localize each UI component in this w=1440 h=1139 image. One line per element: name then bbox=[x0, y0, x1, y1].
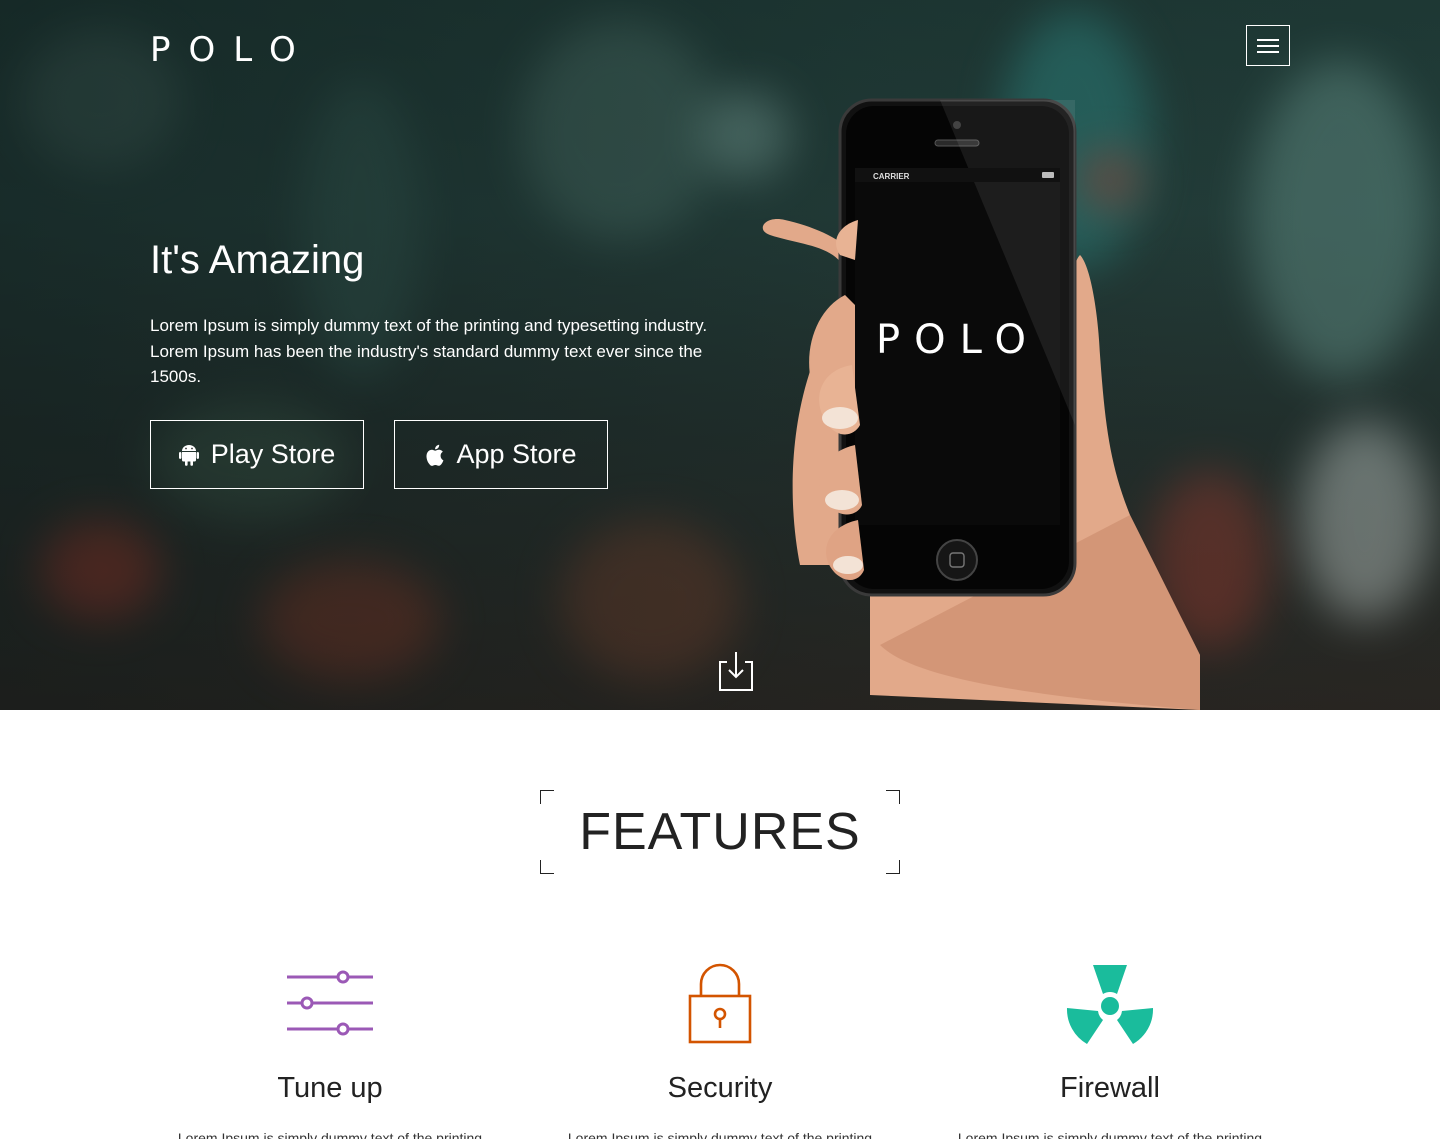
hamburger-menu-icon[interactable] bbox=[1246, 25, 1290, 66]
phone-image: CARRIER POLO bbox=[760, 95, 1200, 710]
padlock-icon bbox=[688, 963, 752, 1044]
apple-icon bbox=[426, 444, 444, 466]
feature-title: Security bbox=[667, 1072, 773, 1104]
radiation-icon bbox=[1066, 965, 1154, 1044]
app-store-button[interactable]: App Store bbox=[394, 420, 608, 489]
feature-security: Security Lorem Ipsum is simply dummy tex… bbox=[530, 960, 910, 1139]
app-store-label: App Store bbox=[456, 439, 577, 469]
feature-text: Lorem Ipsum is simply dummy text of the … bbox=[957, 1130, 1263, 1139]
hero-text: Lorem Ipsum is simply dummy text of the … bbox=[150, 316, 708, 386]
feature-title: Firewall bbox=[1060, 1072, 1160, 1104]
page: POLO It's Amazing Lorem Ipsum is simply … bbox=[0, 0, 1440, 1139]
feature-tune-up: Tune up Lorem Ipsum is simply dummy text… bbox=[140, 960, 520, 1139]
play-store-button[interactable]: Play Store bbox=[150, 420, 364, 489]
logo[interactable]: POLO bbox=[150, 30, 314, 70]
play-store-label: Play Store bbox=[210, 439, 336, 469]
hero-section: POLO It's Amazing Lorem Ipsum is simply … bbox=[0, 0, 1440, 710]
features-title: FEATURES bbox=[579, 803, 861, 861]
feature-title: Tune up bbox=[277, 1072, 383, 1104]
phone-carrier: CARRIER bbox=[873, 172, 910, 181]
android-icon bbox=[178, 444, 199, 466]
phone-screen-logo: POLO bbox=[876, 317, 1040, 363]
scroll-down-icon[interactable] bbox=[718, 652, 754, 692]
feature-text: Lorem Ipsum is simply dummy text of the … bbox=[177, 1130, 483, 1139]
hero-title: It's Amazing bbox=[150, 238, 365, 282]
features-heading-box: FEATURES bbox=[540, 790, 900, 874]
feature-text: Lorem Ipsum is simply dummy text of the … bbox=[567, 1130, 873, 1139]
sliders-icon bbox=[287, 970, 373, 1036]
feature-firewall: Firewall Lorem Ipsum is simply dummy tex… bbox=[920, 960, 1300, 1139]
